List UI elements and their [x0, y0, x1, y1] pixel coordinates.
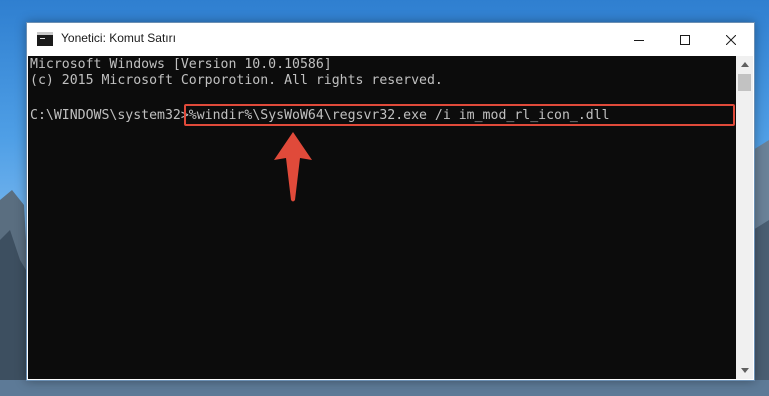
version-line: Microsoft Windows [Version 10.0.10586]	[30, 57, 332, 72]
scroll-up-arrow-icon	[740, 62, 749, 67]
prompt-text: C:\WINDOWS\system32>	[30, 108, 189, 123]
scroll-down-button[interactable]	[736, 362, 753, 379]
vertical-scrollbar[interactable]	[736, 56, 753, 379]
title-bar[interactable]: Yonetici: Komut Satırı	[27, 23, 754, 56]
minimize-button[interactable]	[616, 23, 662, 56]
scroll-up-button[interactable]	[736, 56, 753, 73]
command-highlight-box	[184, 104, 735, 126]
close-button[interactable]	[708, 23, 754, 56]
minimize-icon	[634, 39, 644, 41]
window-title: Yonetici: Komut Satırı	[61, 31, 176, 45]
scroll-thumb[interactable]	[738, 74, 751, 91]
maximize-icon	[680, 34, 690, 45]
close-icon	[726, 34, 736, 45]
command-prompt-window[interactable]: Yonetici: Komut Satırı Microsoft Windows…	[26, 22, 755, 381]
cmd-icon	[37, 32, 53, 46]
maximize-button[interactable]	[662, 23, 708, 56]
scroll-down-arrow-icon	[740, 368, 749, 373]
console-output[interactable]: Microsoft Windows [Version 10.0.10586] (…	[28, 56, 736, 379]
copyright-line: (c) 2015 Microsoft Corporotion. All righ…	[30, 73, 443, 88]
up-arrow-icon	[274, 132, 312, 202]
